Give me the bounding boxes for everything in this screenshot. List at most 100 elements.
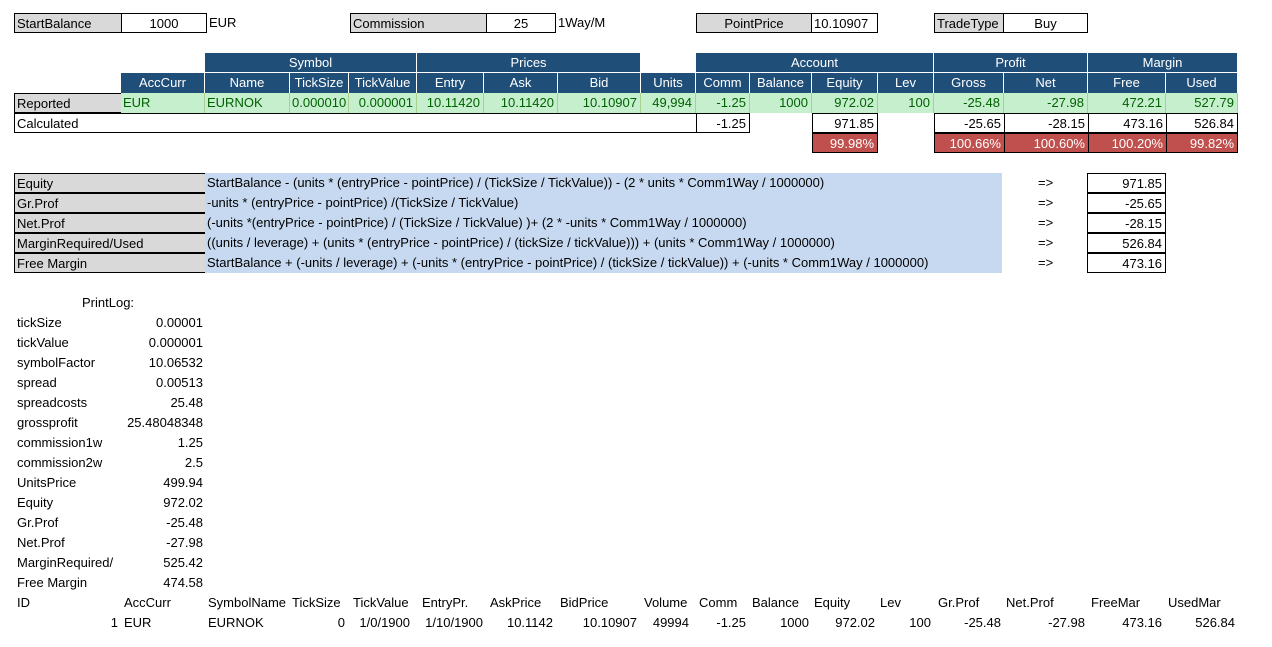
group-account: Account <box>696 53 934 73</box>
bottom-cell: 0 <box>337 615 345 630</box>
formula-netprof: (-units *(entryPrice - pointPrice) / (Ti… <box>205 213 1002 233</box>
printlog-value: 525.42 <box>163 555 203 570</box>
formula-label-grprof: Gr.Prof <box>14 193 206 213</box>
reported-gross: -25.48 <box>934 93 1004 113</box>
commission-unit: 1Way/M <box>558 15 606 30</box>
col-ticksize: TickSize <box>290 73 349 93</box>
reported-net: -27.98 <box>1004 93 1088 113</box>
formula-arrow: => <box>1038 255 1054 270</box>
ratio-used: 99.82% <box>1166 133 1238 153</box>
reported-ticksize: 0.000010 <box>290 93 349 113</box>
bottom-header: Equity <box>814 595 851 610</box>
bottom-header: Volume <box>644 595 688 610</box>
col-bid: Bid <box>558 73 641 93</box>
row-calculated-label: Calculated <box>14 113 697 133</box>
col-units: Units <box>641 73 696 93</box>
bottom-cell: 473.16 <box>1122 615 1162 630</box>
formula-label-netprof: Net.Prof <box>14 213 206 233</box>
bottom-cell: -25.48 <box>964 615 1001 630</box>
col-acccurr: AccCurr <box>121 73 205 93</box>
formula-free-margin: StartBalance + (-units / leverage) + (-u… <box>205 253 1002 273</box>
printlog-key: Net.Prof <box>17 535 65 550</box>
commission-input[interactable]: 25 <box>486 13 556 33</box>
bottom-cell: 10.10907 <box>582 615 637 630</box>
printlog-key: tickValue <box>17 335 69 350</box>
formula-label-equity: Equity <box>14 173 206 193</box>
ratio-equity: 99.98% <box>812 133 878 153</box>
bottom-header: Net.Prof <box>1006 595 1054 610</box>
reported-equity: 972.02 <box>812 93 878 113</box>
group-symbol: Symbol <box>205 53 417 73</box>
printlog-key: UnitsPrice <box>17 475 77 490</box>
calculated-equity: 971.85 <box>812 113 878 133</box>
row-reported-label: Reported <box>14 93 122 113</box>
printlog-key: Equity <box>17 495 54 510</box>
col-entry: Entry <box>417 73 484 93</box>
formula-label-margin-used: MarginRequired/Used <box>14 233 206 253</box>
bottom-cell: 1/0/1900 <box>359 615 410 630</box>
printlog-value: -25.48 <box>166 515 203 530</box>
bottom-header: Balance <box>752 595 799 610</box>
bottom-header: AccCurr <box>124 595 171 610</box>
col-balance: Balance <box>750 73 812 93</box>
reported-bid: 10.10907 <box>558 93 641 113</box>
col-equity: Equity <box>812 73 878 93</box>
printlog-key: MarginRequired/ <box>17 555 114 570</box>
group-prices: Prices <box>417 53 641 73</box>
formula-grprof: -units * (entryPrice - pointPrice) /(Tic… <box>205 193 1002 213</box>
formula-margin-used: ((units / leverage) + (units * (entryPri… <box>205 233 1002 253</box>
formula-result-grprof: -25.65 <box>1087 193 1166 213</box>
bottom-cell: 100 <box>909 615 931 630</box>
bottom-cell: -1.25 <box>716 615 746 630</box>
formula-arrow: => <box>1038 235 1054 250</box>
reported-balance: 1000 <box>750 93 812 113</box>
trade-type-input[interactable]: Buy <box>1003 13 1088 33</box>
bottom-header: AskPrice <box>490 595 542 610</box>
printlog-key: Gr.Prof <box>17 515 59 530</box>
bottom-header: EntryPr. <box>422 595 469 610</box>
point-price-input[interactable]: 10.10907 <box>811 13 878 33</box>
formula-arrow: => <box>1038 195 1054 210</box>
printlog-value: 2.5 <box>184 455 203 470</box>
formula-label-free-margin: Free Margin <box>14 253 206 273</box>
bottom-cell: 526.84 <box>1195 615 1235 630</box>
bottom-cell: 10.1142 <box>506 615 553 630</box>
bottom-header: ID <box>17 595 30 610</box>
formula-arrow: => <box>1038 175 1054 190</box>
reported-ask: 10.11420 <box>484 93 558 113</box>
ratio-free: 100.20% <box>1088 133 1167 153</box>
bottom-header: TickSize <box>292 595 341 610</box>
group-profit: Profit <box>934 53 1088 73</box>
printlog-value: 0.00001 <box>156 315 203 330</box>
printlog-title: PrintLog: <box>82 295 135 310</box>
printlog-value: 499.94 <box>163 475 203 490</box>
formula-result-margin-used: 526.84 <box>1087 233 1166 253</box>
printlog-value: 25.48 <box>170 395 203 410</box>
start-balance-input[interactable]: 1000 <box>121 13 207 33</box>
reported-used: 527.79 <box>1166 93 1238 113</box>
printlog-key: symbolFactor <box>17 355 96 370</box>
formula-result-free-margin: 473.16 <box>1087 253 1166 273</box>
col-comm: Comm <box>696 73 750 93</box>
printlog-key: commission2w <box>17 455 103 470</box>
col-lev: Lev <box>878 73 934 93</box>
reported-entry: 10.11420 <box>417 93 484 113</box>
printlog-key: Free Margin <box>17 575 88 590</box>
reported-acccurr: EUR <box>121 93 205 113</box>
bottom-cell: 1 <box>110 615 118 630</box>
reported-units: 49,994 <box>641 93 696 113</box>
trade-type-label: TradeType <box>934 13 1004 33</box>
bottom-cell: 49994 <box>652 615 689 630</box>
reported-lev: 100 <box>878 93 934 113</box>
calculated-net: -28.15 <box>1004 113 1089 133</box>
col-free: Free <box>1088 73 1166 93</box>
printlog-key: spreadcosts <box>17 395 88 410</box>
bottom-cell: -27.98 <box>1048 615 1085 630</box>
bottom-header: UsedMar <box>1168 595 1221 610</box>
bottom-header: Gr.Prof <box>938 595 980 610</box>
printlog-value: 474.58 <box>163 575 203 590</box>
reported-tickvalue: 0.000001 <box>349 93 417 113</box>
start-balance-currency: EUR <box>209 15 237 30</box>
col-gross: Gross <box>934 73 1004 93</box>
printlog-value: -27.98 <box>166 535 203 550</box>
